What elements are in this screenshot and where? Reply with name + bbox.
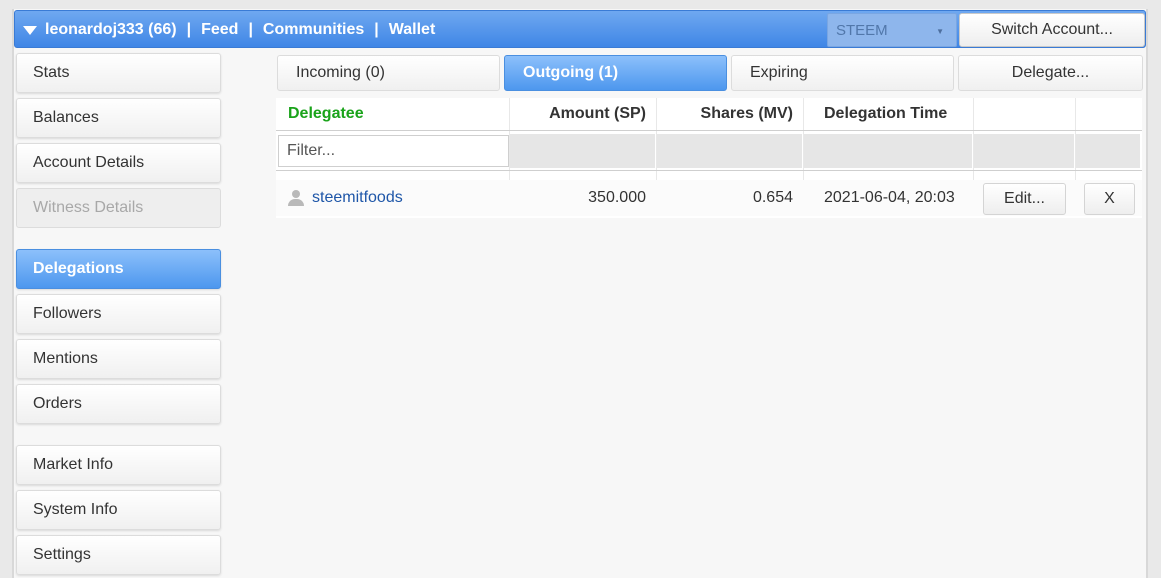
remove-delegation-button[interactable]: X	[1084, 183, 1135, 215]
top-nav: leonardoj333 (66) | Feed | Communities |…	[23, 11, 435, 49]
delegatee-link[interactable]: steemitfoods	[312, 189, 403, 207]
column-header-amount[interactable]: Amount (SP)	[510, 98, 646, 130]
dropdown-arrow-icon: ▼	[936, 27, 944, 36]
header-rule	[276, 130, 1142, 131]
nav-separator: |	[186, 21, 192, 38]
chain-select-value: STEEM	[836, 21, 888, 39]
shares-cell: 0.654	[752, 189, 793, 206]
sidebar-item-delegations[interactable]: Delegations	[16, 249, 221, 289]
amount-cell: 350.000	[588, 189, 646, 206]
filter-cell-edit	[974, 134, 1074, 168]
sidebar-item-market-info[interactable]: Market Info	[16, 445, 221, 485]
filter-input[interactable]	[278, 135, 509, 167]
delegate-button[interactable]: Delegate...	[958, 55, 1143, 91]
delegatee-cell: steemitfoods	[276, 180, 508, 216]
sidebar-item-stats[interactable]: Stats	[16, 53, 221, 93]
sidebar-item-system-info[interactable]: System Info	[16, 490, 221, 530]
delegation-time-cell: 2021-06-04, 20:03	[824, 189, 955, 206]
nav-feed-link[interactable]: Feed	[201, 21, 238, 39]
sidebar-item-balances[interactable]: Balances	[16, 98, 221, 138]
tab-expiring[interactable]: Expiring	[731, 55, 954, 91]
sidebar-item-mentions[interactable]: Mentions	[16, 339, 221, 379]
edit-delegation-button[interactable]: Edit...	[983, 183, 1066, 215]
sidebar-item-orders[interactable]: Orders	[16, 384, 221, 424]
nav-communities-link[interactable]: Communities	[263, 21, 364, 39]
nav-wallet-link[interactable]: Wallet	[389, 21, 436, 39]
top-bar: leonardoj333 (66) | Feed | Communities |…	[14, 10, 1146, 48]
nav-separator: |	[248, 21, 253, 38]
tab-outgoing[interactable]: Outgoing (1)	[504, 55, 727, 91]
account-name-link[interactable]: leonardoj333 (66)	[45, 21, 177, 39]
nav-separator: |	[374, 21, 379, 38]
table-row: steemitfoods 350.000 0.654 2021-06-04, 2…	[276, 180, 1142, 216]
user-icon	[288, 190, 304, 206]
column-header-shares[interactable]: Shares (MV)	[657, 98, 793, 130]
switch-account-button[interactable]: Switch Account...	[959, 13, 1145, 47]
filter-rule	[276, 170, 1142, 171]
tab-incoming[interactable]: Incoming (0)	[277, 55, 500, 91]
filter-cell-shares	[657, 134, 802, 168]
sidebar-item-settings[interactable]: Settings	[16, 535, 221, 575]
account-menu-caret-icon[interactable]	[23, 26, 37, 35]
column-header-delegation-time[interactable]: Delegation Time	[824, 98, 972, 130]
sidebar-item-account-details[interactable]: Account Details	[16, 143, 221, 183]
chain-select[interactable]: STEEM ▼	[827, 13, 957, 47]
filter-cell-time	[804, 134, 972, 168]
filter-cell-remove	[1076, 134, 1140, 168]
sidebar-item-witness-details: Witness Details	[16, 188, 221, 228]
sidebar-item-followers[interactable]: Followers	[16, 294, 221, 334]
delegations-table: Delegatee Amount (SP) Shares (MV) Delega…	[276, 98, 1142, 218]
column-header-delegatee[interactable]: Delegatee	[288, 98, 508, 130]
filter-cell-amount	[510, 134, 655, 168]
